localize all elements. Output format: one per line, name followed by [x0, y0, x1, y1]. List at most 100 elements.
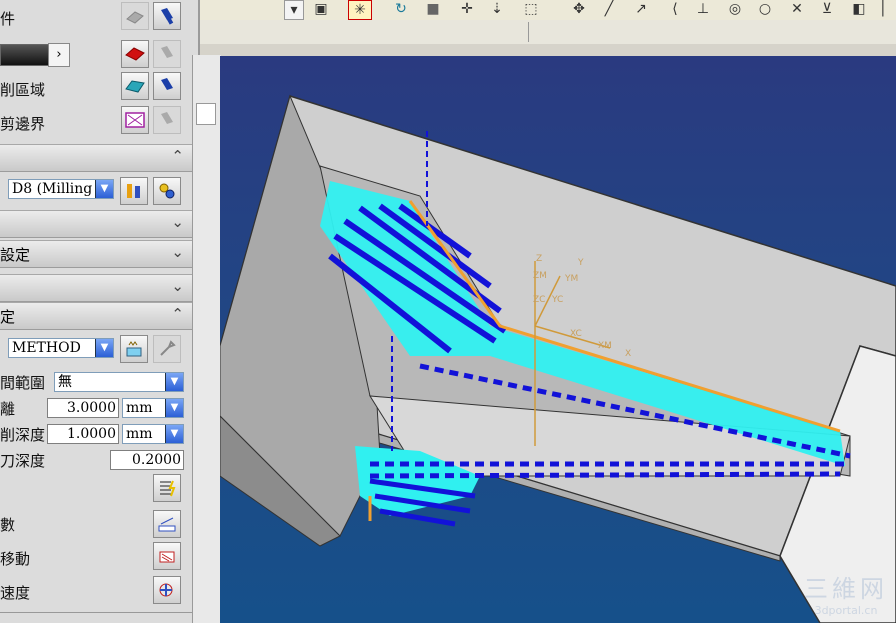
blank-select-icon[interactable] — [121, 40, 149, 68]
tool-select-value: D8 (Milling T — [12, 181, 107, 197]
range-select-value: 無 — [58, 374, 72, 390]
axis-label-zc: ZC — [533, 295, 545, 305]
geometry-row-blank: › — [0, 38, 192, 72]
distance-input[interactable]: 3.0000 — [47, 398, 119, 418]
range-select[interactable]: 無 ▼ — [54, 372, 184, 392]
distance-label: 離 — [0, 400, 16, 418]
cut-depth-unit-value: mm — [126, 426, 153, 442]
box-select-icon[interactable]: ⬚ — [520, 0, 542, 18]
section-header-settings[interactable]: 設定 ⌄ — [0, 240, 192, 268]
count-row: 數 — [0, 508, 192, 540]
axis-label-zm: ZM — [533, 271, 547, 281]
section-header-tool[interactable]: ⌃ — [0, 144, 192, 172]
part-label: 件 — [0, 10, 16, 28]
arrow-line-icon[interactable]: ↗ — [630, 0, 652, 18]
circle-center-icon[interactable]: ◎ — [724, 0, 746, 18]
edge-field — [196, 103, 216, 125]
chevron-down-icon[interactable]: ⌄ — [171, 243, 184, 261]
knife-depth-input[interactable]: 0.2000 — [110, 450, 184, 470]
expand-arrow-icon[interactable]: › — [48, 43, 70, 67]
method-select[interactable]: METHOD ▼ — [8, 338, 114, 358]
cut-area-select-icon[interactable] — [121, 72, 149, 100]
trim-boundary-display-flashlight-icon[interactable] — [153, 106, 181, 134]
rotate-icon[interactable]: ↻ — [390, 0, 412, 18]
blank-display-flashlight-icon[interactable] — [153, 40, 181, 68]
distance-row: 離 3.0000 mm ▼ — [0, 396, 192, 420]
view-box-icon[interactable]: ◧ — [848, 0, 870, 18]
tool-select[interactable]: D8 (Milling T ▼ — [8, 179, 114, 199]
move-label: 移動 — [0, 550, 31, 568]
new-tool-icon[interactable] — [153, 177, 181, 205]
section-header-axis[interactable]: ⌄ — [0, 210, 192, 238]
tool-row: D8 (Milling T ▼ — [0, 174, 192, 208]
chevron-down-icon[interactable]: ⌄ — [171, 277, 184, 295]
geometry-row-part: 件 — [0, 0, 192, 34]
chevron-up-icon[interactable]: ⌃ — [171, 147, 184, 165]
chevron-down-icon[interactable]: ⌄ — [171, 213, 184, 231]
knife-depth-row: 刀深度 0.2000 — [0, 448, 192, 472]
vertex-icon[interactable]: ✥ — [568, 0, 590, 18]
axis-label-yc: YC — [551, 295, 563, 305]
part-select-icon[interactable] — [121, 2, 149, 30]
line-icon[interactable]: ╱ — [598, 0, 620, 18]
engage-retract-icon[interactable] — [153, 542, 181, 570]
background-window-edge — [192, 55, 221, 623]
axis-label-ym: YM — [564, 274, 578, 284]
progress-color-bar — [0, 44, 52, 66]
cut-depth-row: 削深度 1.0000 mm ▼ — [0, 422, 192, 446]
axis-label-x: X — [625, 349, 631, 359]
selection-filter-icon[interactable]: ▣ — [310, 0, 332, 18]
trim-boundary-select-icon[interactable] — [121, 106, 149, 134]
settings-section-title: 設定 — [0, 246, 31, 264]
chevron-up-icon[interactable]: ⌃ — [171, 305, 184, 323]
method-row: METHOD ▼ — [0, 334, 192, 364]
solid-box-icon[interactable]: ■ — [422, 0, 444, 18]
cross-point-icon[interactable]: ✕ — [786, 0, 808, 18]
quadrant-icon[interactable]: ⊥ — [692, 0, 714, 18]
range-row: 間範圍 無 ▼ — [0, 370, 192, 394]
speed-label: 速度 — [0, 584, 31, 602]
distance-unit-value: mm — [126, 400, 153, 416]
vertical-line-icon[interactable]: │ — [872, 0, 894, 18]
speed-row: 速度 — [0, 576, 192, 608]
cut-depth-input[interactable]: 1.0000 — [47, 424, 119, 444]
method-wrench-icon[interactable] — [153, 335, 181, 363]
distance-unit-select[interactable]: mm ▼ — [122, 398, 184, 418]
watermark-title: 三維网 — [804, 575, 888, 603]
method-select-value: METHOD — [12, 340, 81, 356]
axis-label-xm: XM — [598, 341, 612, 351]
feeds-speeds-icon[interactable] — [153, 576, 181, 604]
toolbar-divider — [528, 22, 529, 42]
circle-icon[interactable]: ○ — [754, 0, 776, 18]
chevron-down-icon[interactable]: ▼ — [165, 399, 183, 417]
cutting-parameters-icon[interactable] — [153, 474, 181, 502]
edit-tool-icon[interactable] — [120, 177, 148, 205]
geometry-row-trim-boundary: 剪邊界 — [0, 106, 192, 140]
secondary-toolbar — [198, 20, 896, 45]
section-header-collapsed[interactable]: ⌄ — [0, 274, 192, 302]
chevron-down-icon[interactable]: ▼ — [165, 373, 183, 391]
geometry-row-cut-area: 削區域 — [0, 72, 192, 106]
toolbar-strip — [198, 44, 896, 56]
arrow-down-icon[interactable]: ⇣ — [486, 0, 508, 18]
axis-label-z: Z — [536, 254, 542, 264]
snap-point-icon[interactable]: ✳ — [348, 0, 372, 20]
cut-depth-unit-select[interactable]: mm ▼ — [122, 424, 184, 444]
chevron-down-icon[interactable]: ▼ — [95, 339, 113, 357]
dropdown-arrow-icon[interactable]: ▾ — [284, 0, 304, 20]
chevron-down-icon[interactable]: ▼ — [95, 180, 113, 198]
trim-boundary-label: 剪邊界 — [0, 115, 46, 133]
toolpath-scene: Z ZM YM Y ZC YC XC XM X — [220, 94, 896, 623]
graphics-viewport[interactable]: Z ZM YM Y ZC YC XC XM X 三維网 3dportal.cn — [220, 56, 896, 623]
cut-area-display-flashlight-icon[interactable] — [153, 72, 181, 100]
non-cutting-moves-icon[interactable] — [153, 510, 181, 538]
chevron-down-icon[interactable]: ▼ — [165, 425, 183, 443]
part-display-flashlight-icon[interactable] — [153, 2, 181, 30]
intersection-icon[interactable]: ⊻ — [816, 0, 838, 18]
arc-icon[interactable]: ⟨ — [664, 0, 686, 18]
watermark-subtitle: 3dportal.cn — [814, 604, 878, 617]
point-icon[interactable]: ✛ — [456, 0, 478, 18]
section-header-path-settings[interactable]: 定 ⌃ — [0, 302, 192, 330]
move-row: 移動 — [0, 542, 192, 574]
edit-method-icon[interactable] — [120, 335, 148, 363]
